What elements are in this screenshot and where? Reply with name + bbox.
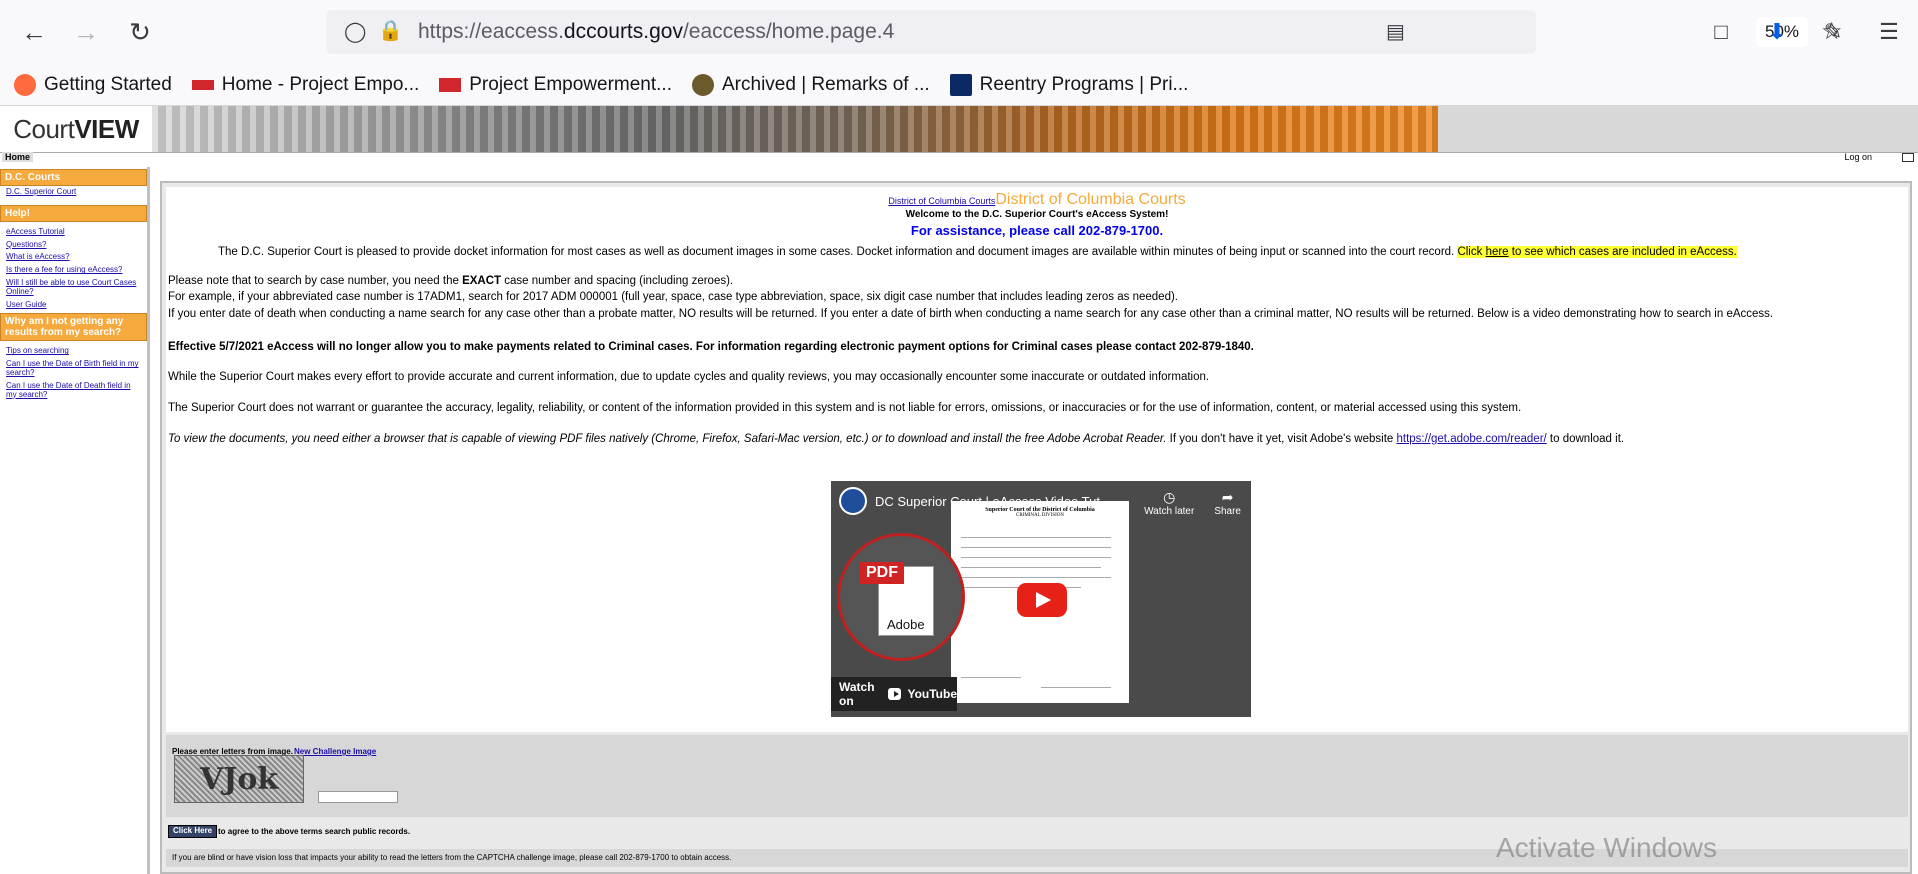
bookmark-item[interactable]: Reentry Programs | Pri... [949, 73, 1188, 96]
dc-flag-icon [439, 77, 462, 92]
url-bar[interactable]: ◯ 🔒 https://eaccess.dccourts.gov/eaccess… [326, 10, 1843, 54]
shield-icon[interactable]: ◯ [344, 19, 366, 44]
play-button[interactable] [1017, 583, 1067, 617]
accuracy-note: While the Superior Court makes every eff… [168, 371, 1210, 384]
pdf-note: To view the documents, you need either a… [168, 432, 1625, 445]
banner: Court VIEW [0, 106, 1918, 152]
bookmark-item[interactable]: Project Empowerment... [439, 74, 672, 96]
pdf-logo: Adobe PDF [837, 533, 965, 661]
watch-later-button[interactable]: ◷ Watch later [1144, 489, 1194, 517]
forward-button[interactable]: → [66, 12, 106, 52]
sidebar-heading: Why am I not getting any results from my… [0, 313, 147, 342]
clock-icon: ◷ [1163, 489, 1176, 505]
sidebar-link[interactable]: What is eAccess? [0, 251, 147, 264]
sidebar-link[interactable]: Can I use the Date of Death field in my … [0, 380, 147, 402]
watch-on-youtube-button[interactable]: Watch on YouTube [831, 677, 957, 711]
sidebar-link[interactable]: Can I use the Date of Birth field in my … [0, 358, 147, 380]
assistance-text: For assistance, please call 202-879-1700… [910, 223, 1164, 238]
sidebar: D.C. Courts D.C. Superior Court Help! eA… [0, 167, 150, 874]
here-link[interactable]: here [1486, 246, 1509, 258]
back-button[interactable]: ← [14, 12, 54, 52]
firefox-icon [14, 73, 36, 96]
extensions-icon[interactable]: ✎ [1816, 12, 1850, 52]
browser-toolbar: ← → ↻ ◯ 🔒 https://eaccess.dccourts.gov/e… [0, 0, 1918, 64]
bookmark-item[interactable]: Archived | Remarks of ... [692, 73, 930, 96]
welcome-text: Welcome to the D.C. Superior Court's eAc… [905, 209, 1169, 220]
seal-icon [692, 73, 714, 96]
sidebar-link[interactable]: Is there a fee for using eAccess? [0, 264, 147, 277]
sidebar-heading: D.C. Courts [0, 169, 147, 186]
printer-icon[interactable] [1902, 153, 1914, 162]
gu-icon [949, 73, 972, 96]
adobe-reader-link[interactable]: https://get.adobe.com/reader/ [1397, 433, 1547, 445]
dc-courts-title: District of Columbia Courts [995, 191, 1186, 208]
logon-link[interactable]: Log on [1844, 152, 1872, 162]
content-area: District of Columbia CourtsDistrict of C… [166, 187, 1908, 732]
youtube-icon [888, 688, 902, 700]
url-text[interactable]: https://eaccess.dccourts.gov/eaccess/hom… [418, 20, 894, 44]
share-button[interactable]: ➦ Share [1214, 489, 1241, 517]
video-title[interactable]: DC Superior Court | eAccess Video Tut... [875, 494, 1111, 509]
download-icon[interactable]: ⬇ [1760, 12, 1794, 52]
new-challenge-link[interactable]: New Challenge Image [294, 747, 376, 756]
warranty-note: The Superior Court does not warrant or g… [168, 402, 1522, 415]
dates-note: If you enter date of death when conducti… [168, 308, 1774, 321]
captcha-image: VJok [174, 755, 304, 803]
menu-icon[interactable]: ☰ [1872, 12, 1906, 52]
page: Court VIEW Home Log on D.C. Courts D.C. S… [0, 106, 1918, 874]
sidebar-link[interactable]: eAccess Tutorial [0, 226, 147, 239]
sidebar-link[interactable]: Questions? [0, 239, 147, 252]
captcha-section: Please enter letters from image. New Cha… [166, 735, 1908, 817]
banner-image [152, 106, 1438, 152]
payments-note: Effective 5/7/2021 eAccess will no longe… [168, 340, 1254, 353]
bookmark-item[interactable]: Home - Project Empo... [191, 74, 419, 96]
sidebar-link[interactable]: User Guide [0, 299, 147, 312]
sidebar-link[interactable]: D.C. Superior Court [0, 186, 147, 199]
home-link[interactable]: Home [2, 152, 34, 162]
agree-text: to agree to the above terms search publi… [218, 827, 411, 836]
bookmark-item[interactable]: Getting Started [14, 73, 172, 96]
dc-courts-link[interactable]: District of Columbia Courts [888, 196, 995, 206]
dc-flag-icon [191, 79, 214, 90]
agree-button[interactable]: Click Here [168, 825, 218, 838]
intro-paragraph: The D.C. Superior Court is pleased to pr… [218, 246, 1737, 258]
pocket-icon[interactable]: □ [1704, 12, 1738, 52]
highlight-note: Click here to see which cases are includ… [1457, 246, 1737, 258]
sidebar-link[interactable]: Will I still be able to use Court Cases … [0, 277, 147, 299]
subnav-bar: Home Log on [0, 152, 1918, 162]
sidebar-link[interactable]: Tips on searching [0, 345, 147, 358]
main-panel: District of Columbia CourtsDistrict of C… [160, 181, 1912, 874]
video-player[interactable]: Superior Court of the District of Columb… [831, 481, 1251, 717]
activate-windows-watermark: Activate Windows [1496, 832, 1717, 863]
lock-icon[interactable]: 🔒 [378, 18, 403, 43]
channel-icon[interactable] [839, 487, 867, 515]
example-note: For example, if your abbreviated case nu… [168, 291, 1178, 304]
courtview-logo: Court VIEW [0, 106, 152, 152]
reload-button[interactable]: ↻ [120, 12, 160, 52]
exact-note: Please note that to search by case numbe… [168, 274, 734, 287]
sidebar-heading: Help! [0, 204, 147, 222]
reader-view-icon[interactable]: ▤ [1386, 19, 1405, 44]
captcha-input[interactable] [318, 791, 398, 803]
bookmarks-bar: Getting Started Home - Project Empo... P… [0, 64, 1918, 106]
share-icon: ➦ [1221, 489, 1234, 505]
